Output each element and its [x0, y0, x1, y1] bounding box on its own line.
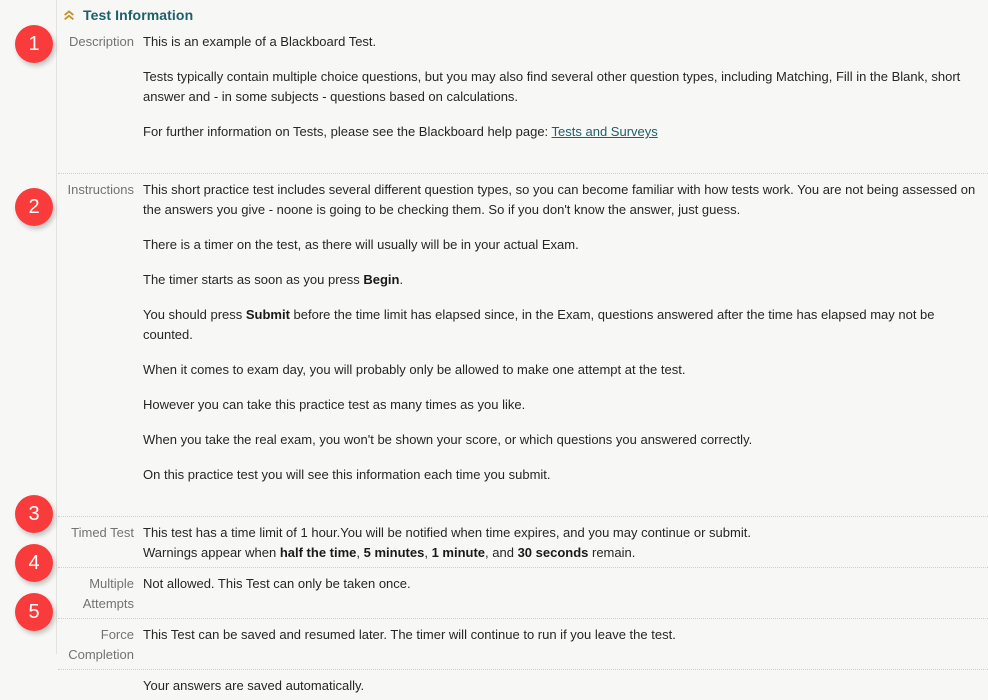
- warning-sep-2: ,: [424, 545, 432, 560]
- description-paragraph-3: For further information on Tests, please…: [143, 122, 984, 142]
- row-label-instructions: Instructions: [67, 182, 134, 197]
- row-value-autosave: Your answers are saved automatically.: [142, 674, 988, 700]
- instructions-paragraph-5: When you take the real exam, you won't b…: [143, 432, 753, 447]
- tests-and-surveys-link[interactable]: Tests and Surveys: [552, 124, 658, 139]
- row-value-force-completion: This Test can be saved and resumed later…: [142, 623, 988, 649]
- row-value-instructions: This short practice test includes severa…: [142, 178, 988, 489]
- row-label-timed-test: Timed Test: [71, 525, 134, 540]
- row-description: Description This is an example of a Blac…: [58, 30, 988, 146]
- instructions-paragraph-4: However you can take this practice test …: [143, 397, 526, 412]
- row-instructions: Instructions This short practice test in…: [58, 173, 988, 489]
- warning-half-the-time: half the time: [279, 545, 357, 560]
- row-label-force-completion: Force Completion: [68, 627, 134, 662]
- section-header[interactable]: Test Information: [58, 0, 988, 29]
- annotation-badge-4: 4: [15, 544, 53, 582]
- test-information-page: 1 2 3 4 5 Test Information Description T…: [0, 0, 988, 693]
- row-timed-test: Timed Test This test has a time limit of…: [58, 516, 988, 567]
- double-chevron-up-icon[interactable]: [62, 8, 76, 22]
- instructions-paragraph-3: When it comes to exam day, you will prob…: [143, 362, 686, 377]
- timed-test-line-2: Warnings appear when half the time, 5 mi…: [143, 543, 984, 563]
- instructions-timer-start: The timer starts as soon as you press Be…: [143, 270, 984, 290]
- instructions-paragraph-6: On this practice test you will see this …: [143, 467, 551, 482]
- annotation-badge-1: 1: [15, 25, 53, 63]
- annotation-gutter: 1 2 3 4 5: [0, 0, 57, 654]
- submit-prefix: You should press: [143, 307, 246, 322]
- row-autosave: Your answers are saved automatically.: [58, 669, 988, 700]
- multiple-attempts-text: Not allowed. This Test can only be taken…: [143, 576, 411, 591]
- description-paragraph-1: This is an example of a Blackboard Test.: [143, 34, 377, 49]
- warning-sep-1: ,: [356, 545, 364, 560]
- row-value-timed-test: This test has a time limit of 1 hour.You…: [142, 521, 988, 567]
- timed-test-line-1: This test has a time limit of 1 hour.You…: [143, 525, 751, 540]
- warning-30-seconds: 30 seconds: [517, 545, 589, 560]
- row-label-multiple-attempts: Multiple Attempts: [82, 576, 134, 611]
- autosave-text: Your answers are saved automatically.: [143, 678, 365, 693]
- warning-1-minute: 1 minute: [431, 545, 486, 560]
- description-paragraph-2: Tests typically contain multiple choice …: [143, 69, 961, 104]
- instructions-paragraph-1: This short practice test includes severa…: [143, 182, 976, 217]
- annotation-badge-5: 5: [15, 593, 53, 631]
- help-page-prefix: For further information on Tests, please…: [143, 124, 552, 139]
- timer-start-prefix: The timer starts as soon as you press: [143, 272, 364, 287]
- timer-start-suffix: .: [399, 272, 404, 287]
- annotation-badge-2: 2: [15, 188, 53, 226]
- warnings-suffix: remain.: [588, 545, 636, 560]
- row-value-multiple-attempts: Not allowed. This Test can only be taken…: [142, 572, 988, 598]
- begin-button-name: Begin: [363, 272, 400, 287]
- annotation-badge-3: 3: [15, 495, 53, 533]
- submit-button-name: Submit: [245, 307, 290, 322]
- row-value-description: This is an example of a Blackboard Test.…: [142, 30, 988, 146]
- warning-sep-3: , and: [485, 545, 518, 560]
- row-label-description: Description: [68, 34, 134, 49]
- force-completion-text: This Test can be saved and resumed later…: [143, 627, 676, 642]
- warnings-prefix: Warnings appear when: [143, 545, 280, 560]
- instructions-paragraph-2: There is a timer on the test, as there w…: [143, 237, 579, 252]
- page-title: Test Information: [83, 7, 194, 23]
- row-label-autosave: [58, 674, 142, 680]
- test-information-panel: Test Information Description This is an …: [58, 0, 988, 693]
- row-force-completion: Force Completion This Test can be saved …: [58, 618, 988, 669]
- instructions-submit-note: You should press Submit before the time …: [143, 305, 984, 345]
- warning-5-minutes: 5 minutes: [363, 545, 425, 560]
- row-multiple-attempts: Multiple Attempts Not allowed. This Test…: [58, 567, 988, 618]
